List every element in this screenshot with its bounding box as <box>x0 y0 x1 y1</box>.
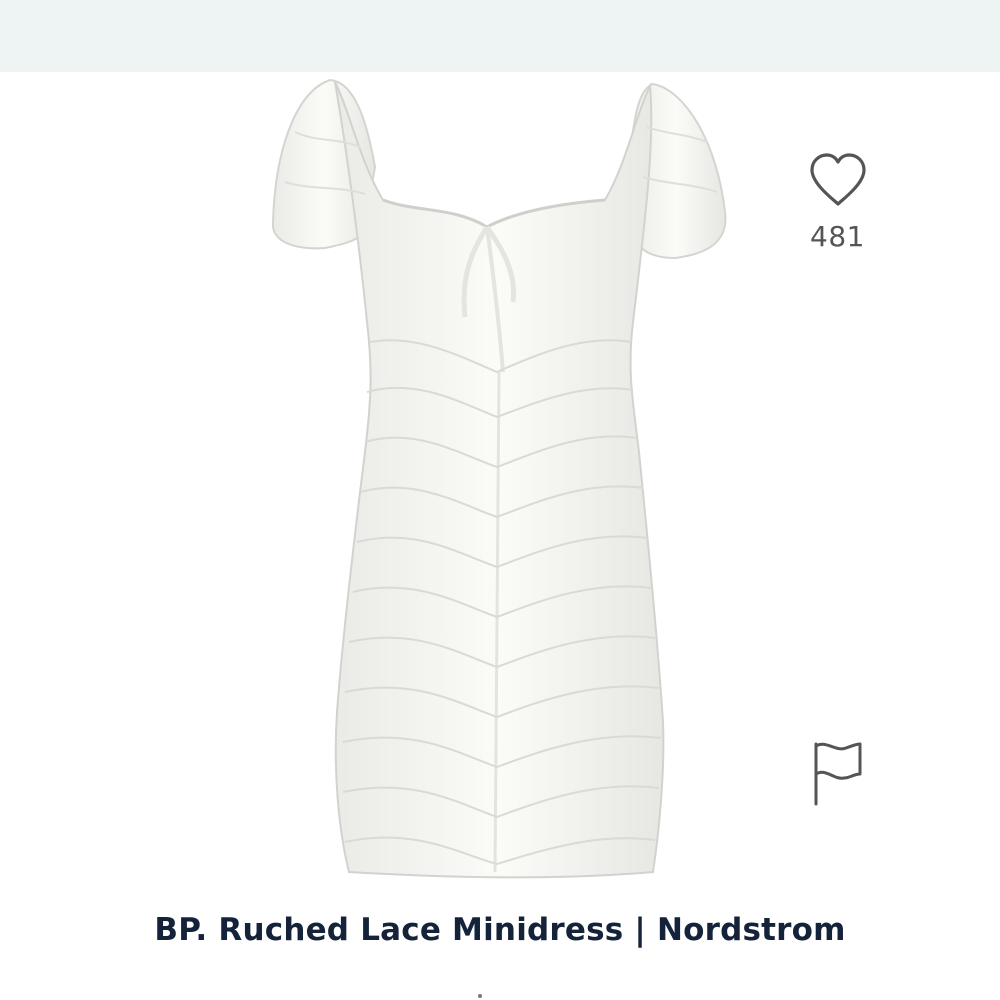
product-title[interactable]: BP. Ruched Lace Minidress | Nordstrom <box>0 912 1000 948</box>
like-button[interactable]: 481 <box>800 150 875 253</box>
report-button[interactable] <box>808 740 868 810</box>
like-count: 481 <box>810 220 865 253</box>
flag-icon[interactable] <box>808 740 868 810</box>
top-bar <box>0 0 1000 72</box>
product-image[interactable] <box>255 72 745 892</box>
scroll-indicator <box>478 994 482 998</box>
page: 481 BP. Ruched Lace Minidress | Nordstro… <box>0 0 1000 1000</box>
side-actions: 481 <box>800 150 875 253</box>
heart-icon[interactable] <box>806 150 870 210</box>
